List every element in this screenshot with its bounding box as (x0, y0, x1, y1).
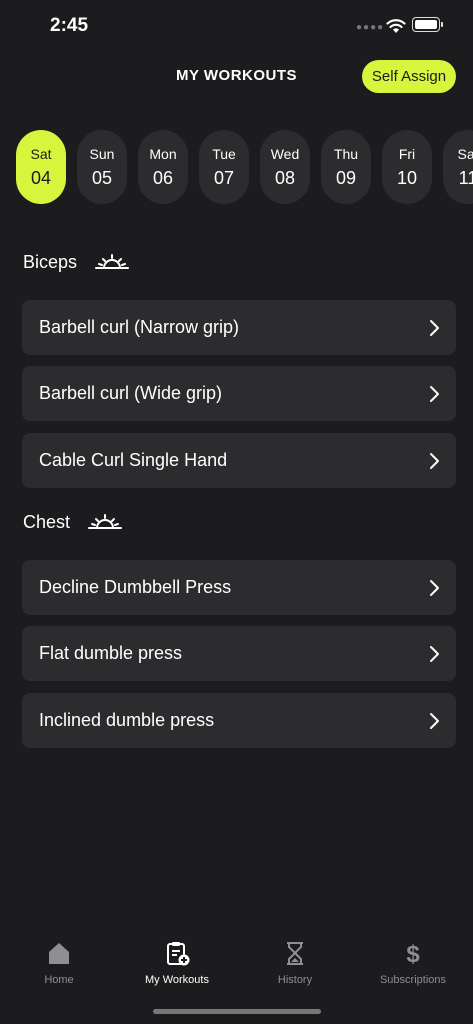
chevron-right-icon (430, 385, 439, 402)
day-number: 10 (396, 167, 418, 188)
chevron-right-icon (430, 319, 439, 336)
status-time: 2:45 (50, 15, 89, 36)
sunrise-icon (95, 253, 130, 269)
day-name: Mon (149, 145, 177, 162)
day-name: Tue (212, 145, 236, 162)
exercise-name: Cable Curl Single Hand (39, 450, 228, 470)
chevron-right-icon (430, 712, 439, 729)
day-pill[interactable]: Fri 10 (382, 130, 432, 204)
exercise-name: Flat dumble press (39, 643, 183, 663)
day-name: Wed (270, 145, 300, 162)
muscle-group-title: Biceps (23, 252, 78, 272)
home-icon (49, 943, 69, 964)
dollar-icon: $ (406, 941, 420, 966)
nav-item-subscriptions[interactable]: $ Subscriptions (354, 940, 472, 986)
day-selector: Sat 04 Sun 05 Mon 06 Tue 07 Wed 08 Thu 09 Fri 10 Sat 11 (16, 130, 473, 204)
nav-item-home[interactable]: Home (0, 940, 118, 986)
battery-icon (412, 17, 440, 32)
nav-item-history[interactable]: History (236, 940, 354, 986)
hourglass-icon (287, 942, 303, 965)
day-pill[interactable]: Mon 06 (138, 130, 188, 204)
day-pill[interactable]: Tue 07 (199, 130, 249, 204)
day-pill[interactable]: Thu 09 (321, 130, 371, 204)
exercise-item[interactable]: Cable Curl Single Hand (22, 433, 456, 488)
clipboard-plus-icon (167, 942, 190, 966)
signal-icon: ●●●● (356, 22, 385, 33)
exercise-name: Barbell curl (Wide grip) (39, 383, 223, 403)
nav-item-label: Home (44, 974, 74, 986)
bottom-nav: Home My Workouts History $ Subscriptions (0, 930, 473, 1000)
exercise-item[interactable]: Inclined dumble press (22, 693, 456, 748)
day-name: Sun (89, 145, 115, 162)
muscle-group-title: Chest (23, 512, 71, 532)
chevron-right-icon (430, 645, 439, 662)
day-name: Sat (457, 145, 473, 162)
exercise-item[interactable]: Decline Dumbbell Press (22, 560, 456, 615)
svg-text:$: $ (406, 941, 420, 966)
muscle-group-header: Biceps (23, 252, 130, 273)
day-name: Fri (398, 145, 416, 162)
exercise-name: Decline Dumbbell Press (39, 577, 232, 597)
nav-item-my-workouts[interactable]: My Workouts (118, 940, 236, 986)
day-number: 07 (213, 167, 235, 188)
exercise-name: Barbell curl (Narrow grip) (39, 317, 240, 337)
day-number: 04 (30, 167, 52, 188)
day-number: 09 (335, 167, 357, 188)
day-pill[interactable]: Wed 08 (260, 130, 310, 204)
day-number: 06 (152, 167, 174, 188)
chevron-right-icon (430, 452, 439, 469)
nav-item-label: Subscriptions (379, 974, 447, 986)
muscle-group-header: Chest (23, 512, 123, 533)
self-assign-button[interactable]: Self Assign (362, 60, 456, 93)
nav-item-label: My Workouts (145, 974, 209, 986)
day-pill[interactable]: Sat 11 (443, 130, 473, 204)
day-pill[interactable]: Sun 05 (77, 130, 127, 204)
day-name: Thu (333, 145, 359, 162)
home-indicator (153, 1009, 321, 1014)
exercise-item[interactable]: Barbell curl (Wide grip) (22, 366, 456, 421)
day-number: 11 (458, 167, 473, 188)
exercise-name: Inclined dumble press (39, 710, 215, 730)
day-number: 08 (274, 167, 296, 188)
nav-item-label: History (277, 974, 313, 986)
day-number: 05 (91, 167, 113, 188)
wifi-icon (386, 19, 406, 33)
exercise-item[interactable]: Flat dumble press (22, 626, 456, 681)
sunrise-icon (88, 513, 123, 529)
day-pill[interactable]: Sat 04 (16, 130, 66, 204)
day-name: Sat (30, 145, 52, 162)
status-bar: 2:45 ●●●● (0, 0, 473, 52)
exercise-item[interactable]: Barbell curl (Narrow grip) (22, 300, 456, 355)
chevron-right-icon (430, 579, 439, 596)
